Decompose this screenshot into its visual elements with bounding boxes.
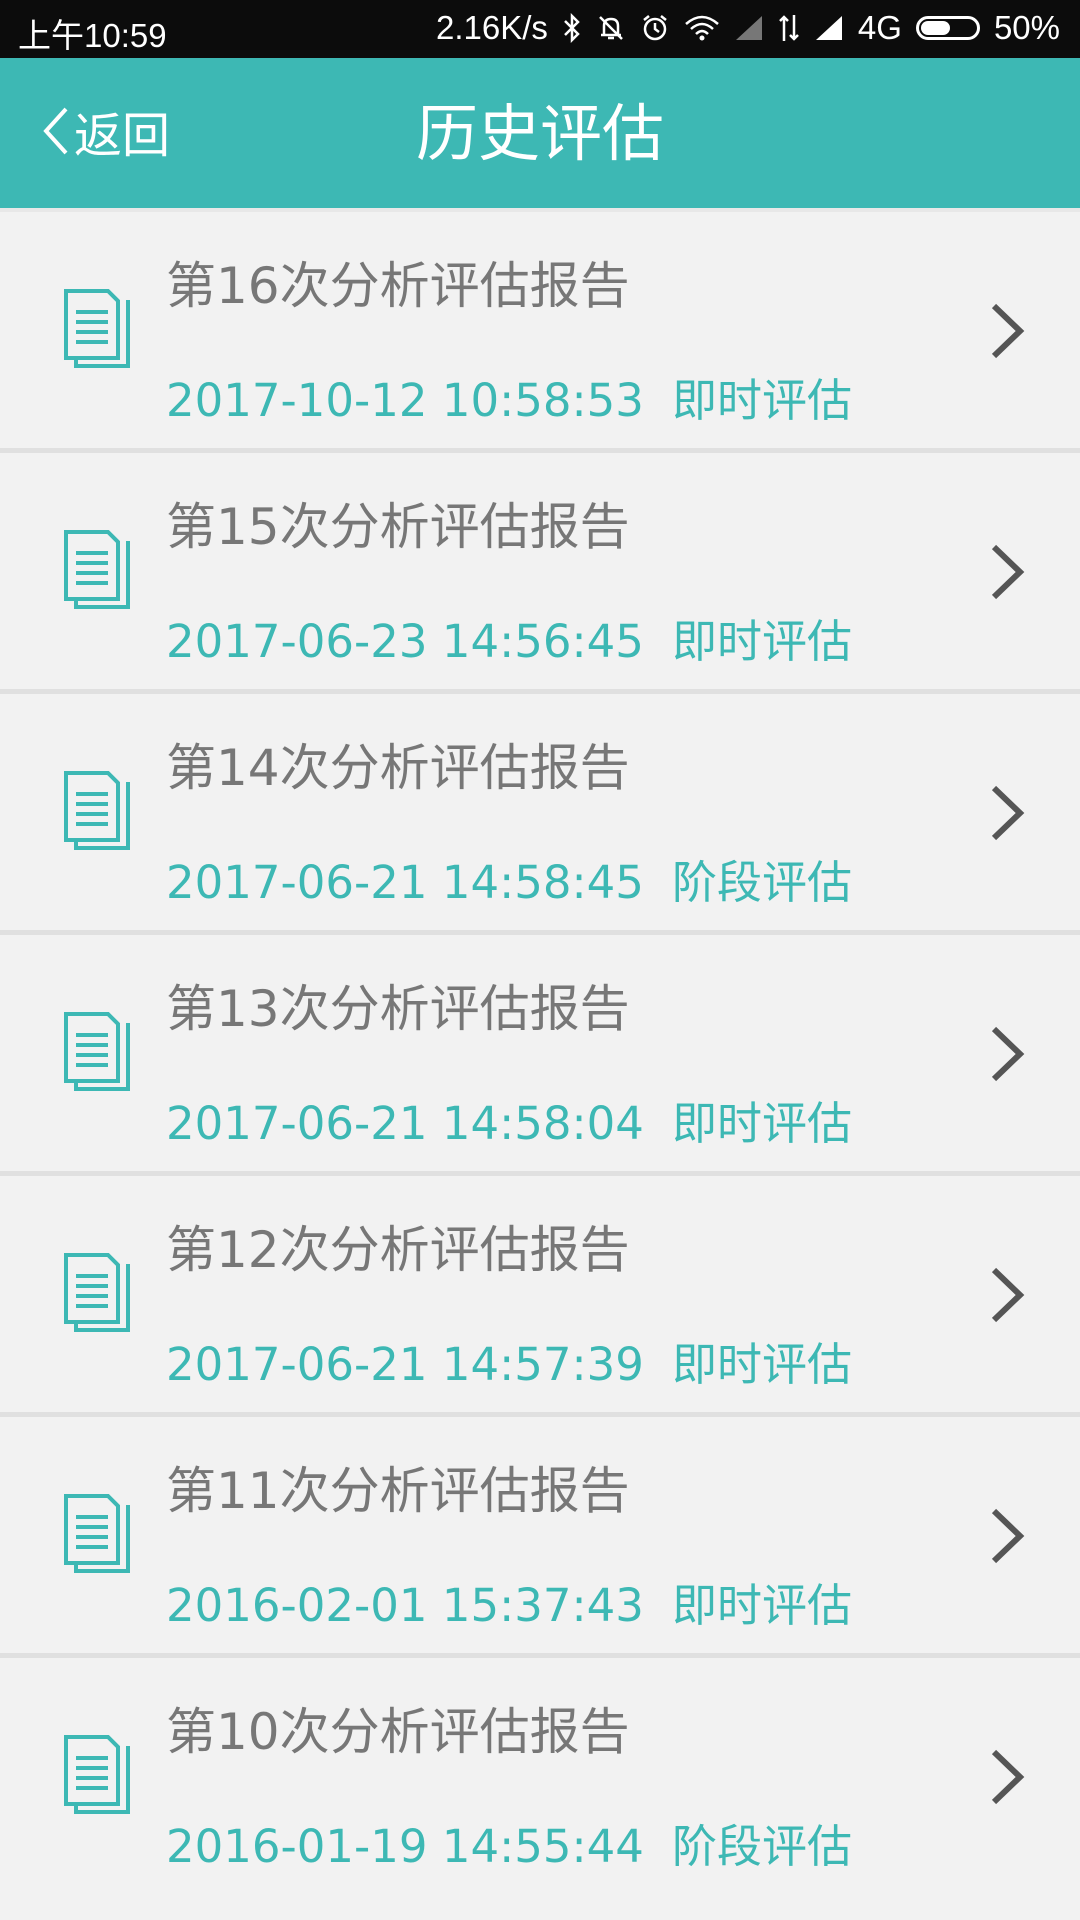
document-icon	[64, 771, 130, 850]
signal-icon	[734, 14, 764, 42]
report-datetime: 2016-01-19 14:55:44	[166, 1820, 644, 1873]
report-datetime: 2017-06-21 14:58:04	[166, 1097, 644, 1150]
chevron-right-icon	[991, 785, 1025, 841]
battery-percent: 50%	[993, 9, 1060, 46]
network-type: 4G	[857, 9, 902, 46]
bluetooth-icon	[562, 13, 582, 43]
report-title: 第14次分析评估报告	[166, 739, 630, 797]
report-datetime: 2016-02-01 15:37:43	[166, 1579, 644, 1632]
report-datetime: 2017-10-12 10:58:53	[166, 374, 644, 427]
net-speed: 2.16K/s	[435, 9, 548, 46]
page-title: 历史评估	[415, 97, 664, 170]
report-list-item[interactable]: 第16次分析评估报告 2017-10-12 10:58:53 即时评估	[0, 208, 1080, 448]
report-datetime: 2017-06-23 14:56:45	[166, 615, 644, 668]
report-list-item[interactable]: 第15次分析评估报告 2017-06-23 14:56:45 即时评估	[0, 448, 1080, 689]
document-icon	[64, 1735, 130, 1814]
report-list: 第16次分析评估报告 2017-10-12 10:58:53 即时评估 第15次分…	[0, 208, 1080, 1894]
document-icon	[64, 1012, 130, 1091]
report-title: 第16次分析评估报告	[166, 257, 630, 315]
document-icon	[64, 1494, 130, 1573]
mute-icon	[596, 13, 626, 43]
report-meta: 2017-06-21 14:57:39 即时评估	[166, 1328, 852, 1393]
report-meta: 2016-02-01 15:37:43 即时评估	[166, 1569, 852, 1634]
report-title: 第13次分析评估报告	[166, 980, 630, 1038]
chevron-right-icon	[991, 1508, 1025, 1564]
report-list-item[interactable]: 第10次分析评估报告 2016-01-19 14:55:44 阶段评估	[0, 1653, 1080, 1894]
chevron-right-icon	[991, 1026, 1025, 1082]
report-type: 即时评估	[671, 615, 852, 668]
report-type: 阶段评估	[671, 856, 852, 909]
status-icons: 2.16K/s 4G 50%	[436, 9, 1060, 47]
report-datetime: 2017-06-21 14:58:45	[166, 856, 644, 909]
chevron-right-icon	[991, 1267, 1025, 1323]
report-title: 第11次分析评估报告	[166, 1462, 630, 1520]
report-meta: 2017-06-21 14:58:45 阶段评估	[166, 846, 852, 911]
report-list-item[interactable]: 第13次分析评估报告 2017-06-21 14:58:04 即时评估	[0, 930, 1080, 1171]
chevron-right-icon	[991, 544, 1025, 600]
report-type: 即时评估	[671, 1338, 852, 1391]
report-meta: 2017-10-12 10:58:53 即时评估	[166, 364, 852, 429]
report-type: 即时评估	[671, 1097, 852, 1150]
status-time: 上午10:59	[18, 17, 167, 54]
report-datetime: 2017-06-21 14:57:39	[166, 1338, 644, 1391]
document-icon	[64, 289, 130, 368]
report-meta: 2017-06-21 14:58:04 即时评估	[166, 1087, 852, 1152]
header-bar: 返回 历史评估	[0, 58, 1080, 208]
report-title: 第15次分析评估报告	[166, 498, 630, 556]
status-bar: 上午10:59 2.16K/s 4G 50%	[0, 0, 1080, 58]
report-type: 即时评估	[671, 1579, 852, 1632]
chevron-right-icon	[991, 1749, 1025, 1805]
report-list-item[interactable]: 第12次分析评估报告 2017-06-21 14:57:39 即时评估	[0, 1171, 1080, 1412]
data-icon	[778, 13, 800, 43]
report-type: 即时评估	[671, 374, 852, 427]
report-type: 阶段评估	[671, 1820, 852, 1873]
signal-icon	[814, 14, 844, 42]
report-title: 第10次分析评估报告	[166, 1703, 630, 1761]
battery-icon	[915, 16, 980, 40]
chevron-right-icon	[991, 303, 1025, 359]
report-meta: 2016-01-19 14:55:44 阶段评估	[166, 1810, 852, 1875]
report-title: 第12次分析评估报告	[166, 1221, 630, 1279]
report-meta: 2017-06-23 14:56:45 即时评估	[166, 605, 852, 670]
document-icon	[64, 1253, 130, 1332]
alarm-icon	[640, 13, 670, 43]
report-list-item[interactable]: 第14次分析评估报告 2017-06-21 14:58:45 阶段评估	[0, 689, 1080, 930]
report-list-item[interactable]: 第11次分析评估报告 2016-02-01 15:37:43 即时评估	[0, 1412, 1080, 1653]
wifi-icon	[684, 14, 720, 42]
document-icon	[64, 530, 130, 609]
